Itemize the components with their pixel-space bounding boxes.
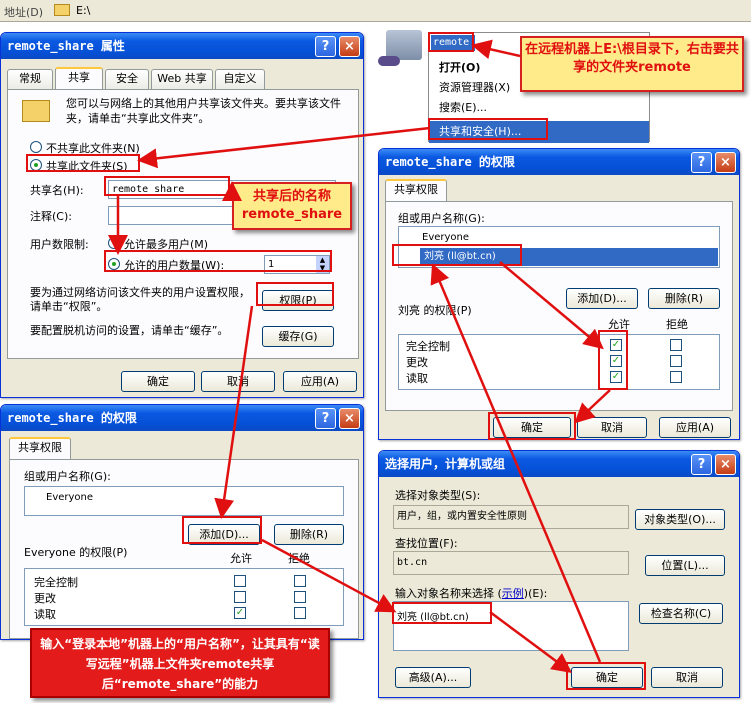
arrows-overlay <box>108 39 611 673</box>
arrow-to-allow-checkbox <box>499 261 604 350</box>
arrow-to-folder <box>471 39 521 60</box>
arrow-to-object-name <box>261 538 397 613</box>
arrow-to-add-button <box>214 305 254 519</box>
arrow-to-selected-user <box>430 263 602 663</box>
arrow-to-share-radio <box>137 126 431 169</box>
arrow-to-ok-top <box>574 389 611 424</box>
arrow-from-object-name <box>489 610 573 673</box>
